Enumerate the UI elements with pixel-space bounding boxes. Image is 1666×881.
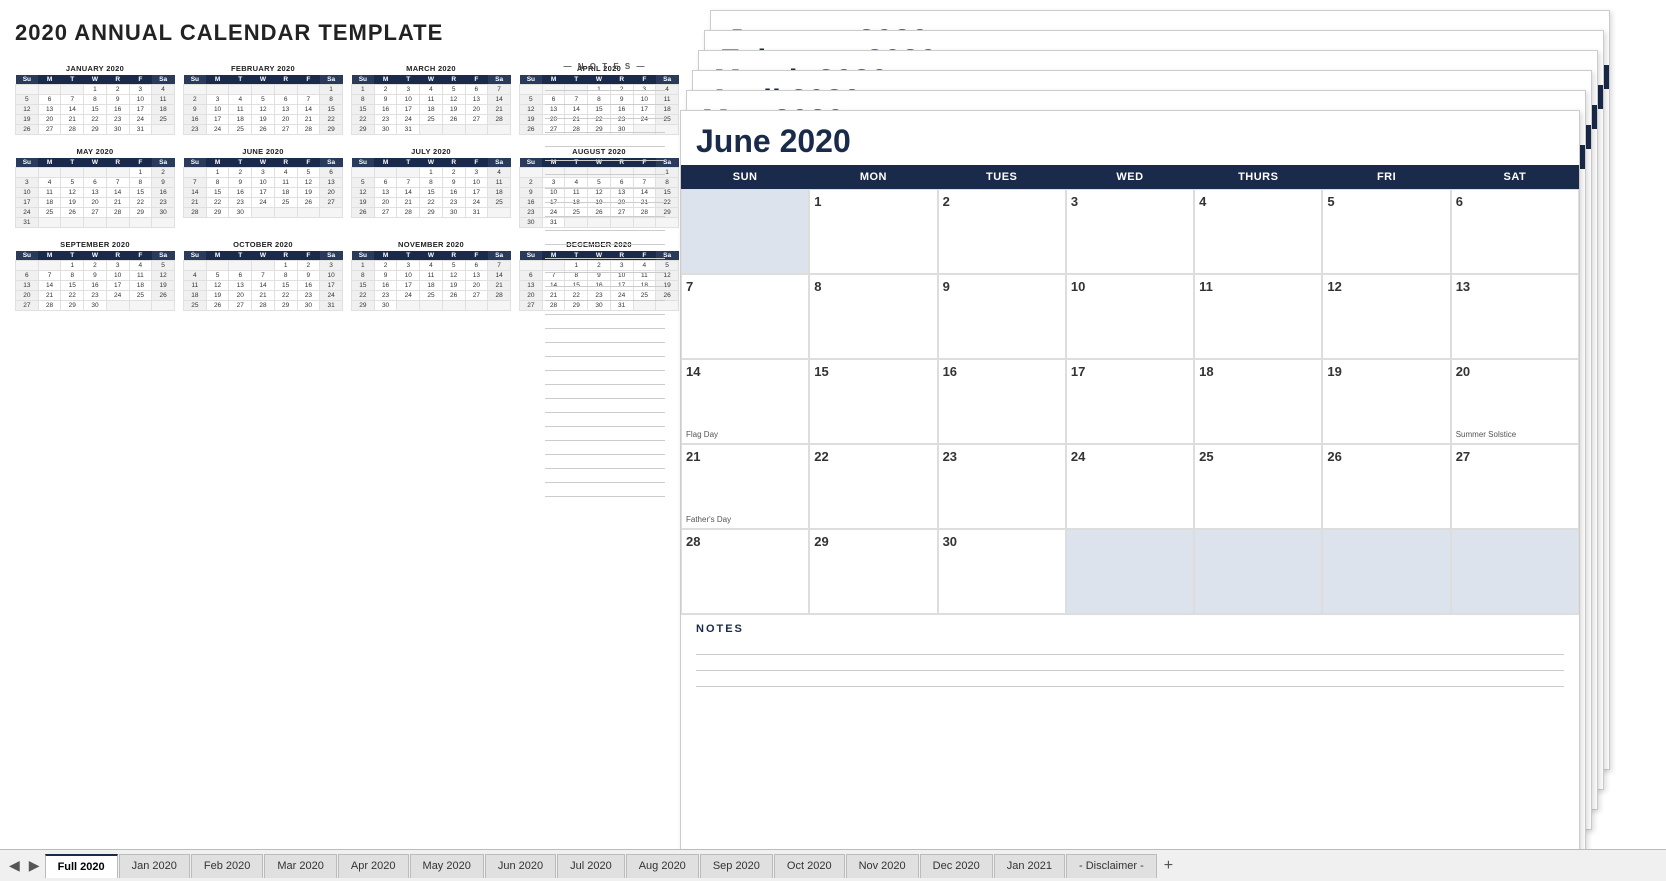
june-cell-2: 2: [938, 189, 1066, 274]
june-cell-8: 8: [809, 274, 937, 359]
june-header-thurs: THURS: [1194, 165, 1322, 189]
mini-month-jul: JULY 2020 SuMTWRFSa 1234 567891011 12131…: [351, 147, 511, 228]
june-notes-area: NOTES: [681, 614, 1579, 695]
tab-apr-2020[interactable]: Apr 2020: [338, 854, 409, 878]
tab-nav-left[interactable]: ◀: [5, 857, 24, 874]
annual-title: 2020 ANNUAL CALENDAR TEMPLATE: [15, 20, 670, 46]
june-cell-20: 20Summer Solstice: [1451, 359, 1579, 444]
jun-title: June 2020: [681, 111, 1579, 165]
june-cell-1: 1: [809, 189, 937, 274]
tab-nov-2020[interactable]: Nov 2020: [846, 854, 919, 878]
tab-aug-2020[interactable]: Aug 2020: [626, 854, 699, 878]
notes-lines: [545, 77, 665, 497]
june-cell-29: 29: [809, 529, 937, 614]
june-cell-19: 19: [1322, 359, 1450, 444]
june-cell-23: 23: [938, 444, 1066, 529]
june-week4: 21Father's Day 22 23 24 25 26 27: [681, 444, 1579, 529]
sheet-area: 2020 ANNUAL CALENDAR TEMPLATE JANUARY 20…: [0, 0, 1666, 849]
june-empty2: [1066, 529, 1194, 614]
june-notes-rows: [696, 639, 1564, 687]
mini-month-feb: FEBRUARY 2020 SuMTWRFSa 1 2345678 910111…: [183, 64, 343, 135]
june-cell-21: 21Father's Day: [681, 444, 809, 529]
tab-jan-2021[interactable]: Jan 2021: [994, 854, 1065, 878]
notes-section: — N O T E S —: [545, 62, 665, 497]
june-header-mon: MON: [809, 165, 937, 189]
mini-month-oct: OCTOBER 2020 SuMTWRFSa 123 45678910 1112…: [183, 240, 343, 311]
june-cell-22: 22: [809, 444, 937, 529]
june-week1: 1 2 3 4 5 6: [681, 189, 1579, 274]
june-notes-label: NOTES: [696, 623, 1564, 635]
june-header-row: SUN MON TUES WED THURS FRI SAT: [681, 165, 1579, 189]
tab-jun-2020[interactable]: Jun 2020: [485, 854, 556, 878]
june-cell-26: 26: [1322, 444, 1450, 529]
tab-sep-2020[interactable]: Sep 2020: [700, 854, 773, 878]
mini-month-jun: JUNE 2020 SuMTWRFSa 123456 78910111213 1…: [183, 147, 343, 228]
june-cell-15: 15: [809, 359, 937, 444]
tab-add-button[interactable]: +: [1158, 857, 1179, 875]
summer-solstice-label: Summer Solstice: [1456, 430, 1516, 439]
june-cell-14: 14Flag Day: [681, 359, 809, 444]
tab-oct-2020[interactable]: Oct 2020: [774, 854, 845, 878]
june-cell-10: 10: [1066, 274, 1194, 359]
tab-nav-right[interactable]: ▶: [25, 857, 44, 874]
june-header-sat: SAT: [1451, 165, 1579, 189]
tab-jan-2020[interactable]: Jan 2020: [119, 854, 190, 878]
june-cell-17: 17: [1066, 359, 1194, 444]
tab-jul-2020[interactable]: Jul 2020: [557, 854, 625, 878]
june-cell-30: 30: [938, 529, 1066, 614]
june-week5: 28 29 30: [681, 529, 1579, 614]
june-empty4: [1322, 529, 1450, 614]
mini-month-jan: JANUARY 2020 SuMTWRFSa 1234 567891011 12…: [15, 64, 175, 135]
app-container: 2020 ANNUAL CALENDAR TEMPLATE JANUARY 20…: [0, 0, 1666, 881]
june-empty3: [1194, 529, 1322, 614]
june-cell-12: 12: [1322, 274, 1450, 359]
tab-full-2020[interactable]: Full 2020: [45, 854, 118, 878]
june-cell-13: 13: [1451, 274, 1579, 359]
june-cell-7: 7: [681, 274, 809, 359]
june-cell-11: 11: [1194, 274, 1322, 359]
june-week3: 14Flag Day 15 16 17 18 19 20Summer Solst…: [681, 359, 1579, 444]
tab-may-2020[interactable]: May 2020: [410, 854, 484, 878]
june-cell-3: 3: [1066, 189, 1194, 274]
june-cell-27: 27: [1451, 444, 1579, 529]
annual-view: 2020 ANNUAL CALENDAR TEMPLATE JANUARY 20…: [0, 0, 680, 810]
page-june: June 2020 SUN MON TUES WED THURS FRI SAT…: [680, 110, 1580, 849]
june-cell-18: 18: [1194, 359, 1322, 444]
stacked-pages: January 2020 SUN MON TUES WED THURS FRI …: [680, 10, 1630, 849]
june-cell-4: 4: [1194, 189, 1322, 274]
mini-month-sep: SEPTEMBER 2020 SuMTWRFSa 12345 678910111…: [15, 240, 175, 311]
june-cell-16: 16: [938, 359, 1066, 444]
mini-month-may: MAY 2020 SuMTWRFSa 12 3456789 1011121314…: [15, 147, 175, 228]
june-cell-6: 6: [1451, 189, 1579, 274]
june-header-tues: TUES: [938, 165, 1066, 189]
tab-dec-2020[interactable]: Dec 2020: [920, 854, 993, 878]
june-cell-empty1: [681, 189, 809, 274]
june-empty5: [1451, 529, 1579, 614]
notes-header: — N O T E S —: [545, 62, 665, 71]
june-cell-9: 9: [938, 274, 1066, 359]
fathers-day-label: Father's Day: [686, 515, 731, 524]
june-week2: 7 8 9 10 11 12 13: [681, 274, 1579, 359]
june-cell-24: 24: [1066, 444, 1194, 529]
june-cell-5: 5: [1322, 189, 1450, 274]
june-cell-28: 28: [681, 529, 809, 614]
tab-bar: ◀ ▶ Full 2020 Jan 2020 Feb 2020 Mar 2020…: [0, 849, 1666, 881]
june-header-fri: FRI: [1322, 165, 1450, 189]
flag-day-label: Flag Day: [686, 430, 718, 439]
tab-mar-2020[interactable]: Mar 2020: [264, 854, 336, 878]
tab-feb-2020[interactable]: Feb 2020: [191, 854, 263, 878]
june-header-sun: SUN: [681, 165, 809, 189]
mini-month-nov: NOVEMBER 2020 SuMTWRFSa 1234567 89101112…: [351, 240, 511, 311]
june-header-wed: WED: [1066, 165, 1194, 189]
mini-month-mar: MARCH 2020 SuMTWRFSa 1234567 89101112131…: [351, 64, 511, 135]
june-cell-25: 25: [1194, 444, 1322, 529]
tab-disclaimer[interactable]: - Disclaimer -: [1066, 854, 1157, 878]
